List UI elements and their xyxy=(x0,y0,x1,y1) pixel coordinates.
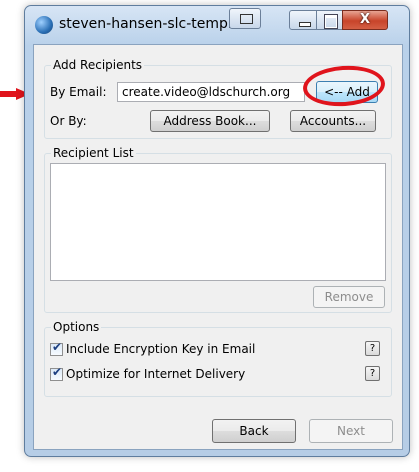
address-book-button[interactable]: Address Book... xyxy=(150,110,270,132)
window-extra-button[interactable] xyxy=(229,8,261,29)
email-input[interactable]: create.video@ldschurch.org xyxy=(117,82,305,102)
next-button[interactable]: Next xyxy=(309,419,393,443)
close-button[interactable]: X xyxy=(342,10,388,30)
by-email-label: By Email: xyxy=(50,85,107,99)
recipient-list-legend: Recipient List xyxy=(51,146,136,160)
help-icon[interactable]: ? xyxy=(365,341,380,356)
window-title: steven-hansen-slc-temple xyxy=(59,16,241,32)
remove-button[interactable]: Remove xyxy=(313,286,385,308)
checkmark-icon: ✔ xyxy=(52,340,63,354)
back-button[interactable]: Back xyxy=(212,419,296,443)
maximize-icon xyxy=(325,15,337,28)
optimize-internet-label[interactable]: Optimize for Internet Delivery xyxy=(66,367,245,381)
options-legend: Options xyxy=(51,320,102,334)
title-bar[interactable]: steven-hansen-slc-temple X xyxy=(25,6,409,46)
add-recipients-legend: Add Recipients xyxy=(51,58,145,72)
minimize-icon xyxy=(299,22,311,27)
checkmark-icon: ✔ xyxy=(52,365,63,379)
or-by-label: Or By: xyxy=(50,114,87,128)
app-globe-icon xyxy=(35,16,53,34)
help-icon[interactable]: ? xyxy=(365,366,380,381)
recipient-listbox[interactable] xyxy=(50,163,386,281)
options-group: Options ✔ Include Encryption Key in Emai… xyxy=(44,320,392,397)
optimize-internet-checkbox[interactable]: ✔ xyxy=(50,365,63,381)
maximize-button[interactable] xyxy=(316,10,343,30)
include-encryption-key-checkbox[interactable]: ✔ xyxy=(50,340,63,356)
include-encryption-key-label[interactable]: Include Encryption Key in Email xyxy=(66,342,255,356)
window-extra-icon xyxy=(240,14,253,24)
recipient-list-group: Recipient List Remove xyxy=(44,146,392,313)
accounts-button[interactable]: Accounts... xyxy=(290,110,376,132)
close-icon: X xyxy=(360,12,371,27)
minimize-button[interactable] xyxy=(289,10,317,30)
